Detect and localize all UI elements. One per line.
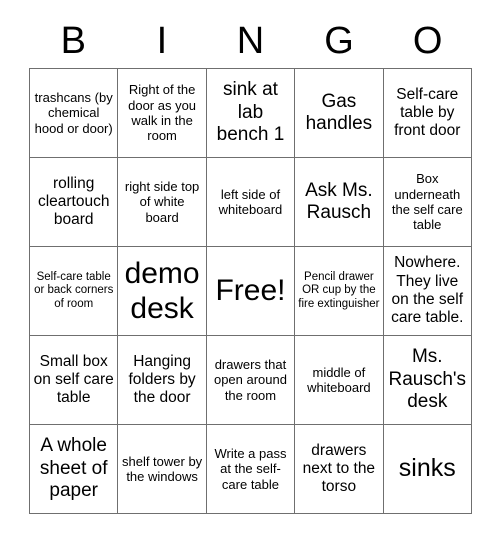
bingo-header: B I N G O xyxy=(29,14,472,68)
bingo-card: B I N G O trashcans (by chemical hood or… xyxy=(28,14,473,514)
bingo-cell[interactable]: Nowhere. They live on the self care tabl… xyxy=(382,246,473,336)
bingo-cell-label: drawers next to the torso xyxy=(302,441,376,496)
bingo-cell-label: sinks xyxy=(398,454,456,483)
bingo-cell-label: Pencil drawer OR cup by the fire extingu… xyxy=(298,270,380,310)
bingo-row: trashcans (by chemical hood or door) Rig… xyxy=(28,68,473,158)
bingo-cell[interactable]: Pencil drawer OR cup by the fire extingu… xyxy=(294,246,384,336)
bingo-cell-label: Write a pass at the self-care table xyxy=(214,446,287,492)
bingo-cell[interactable]: middle of whiteboard xyxy=(294,335,384,425)
bingo-row: Small box on self care table Hanging fol… xyxy=(28,335,473,425)
bingo-cell-label: right side top of white board xyxy=(124,179,200,225)
bingo-cell[interactable]: sink at lab bench 1 xyxy=(205,68,296,158)
bingo-cell-label: trashcans (by chemical hood or door) xyxy=(34,90,113,136)
bingo-cell-label: Gas handles xyxy=(305,90,373,134)
bingo-cell[interactable]: trashcans (by chemical hood or door) xyxy=(28,68,119,158)
bingo-cell-label: drawers that open around the room xyxy=(213,357,287,403)
bingo-cell[interactable]: shelf tower by the windows xyxy=(117,424,207,514)
bingo-cell[interactable]: Gas handles xyxy=(294,68,384,158)
bingo-cell-label: Right of the door as you walk in the roo… xyxy=(128,82,197,144)
bingo-cell-label: demo desk xyxy=(124,256,200,325)
bingo-cell[interactable]: Write a pass at the self-care table xyxy=(205,424,296,514)
bingo-cell[interactable]: Small box on self care table xyxy=(28,335,119,425)
bingo-cell[interactable]: sinks xyxy=(382,424,473,514)
bingo-cell-label: middle of whiteboard xyxy=(307,364,371,395)
bingo-cell-label: Free! xyxy=(215,274,286,308)
bingo-grid: trashcans (by chemical hood or door) Rig… xyxy=(28,68,473,514)
bingo-cell-label: Hanging folders by the door xyxy=(128,352,196,407)
bingo-cell-label: Ask Ms. Rausch xyxy=(305,179,373,223)
bingo-cell[interactable]: Ms. Rausch's desk xyxy=(382,335,473,425)
bingo-cell[interactable]: A whole sheet of paper xyxy=(28,424,119,514)
bingo-cell-label: sink at lab bench 1 xyxy=(216,79,285,146)
bingo-cell[interactable]: drawers that open around the room xyxy=(205,335,296,425)
bingo-header-letter-o: O xyxy=(412,20,443,62)
bingo-cell[interactable]: Right of the door as you walk in the roo… xyxy=(117,68,207,158)
bingo-cell-label: rolling cleartouch board xyxy=(37,174,110,229)
bingo-cell-label: Self-care table by front door xyxy=(394,85,461,140)
bingo-cell[interactable]: left side of whiteboard xyxy=(205,157,296,247)
bingo-cell[interactable]: demo desk xyxy=(117,246,207,336)
bingo-cell-label: shelf tower by the windows xyxy=(121,453,203,484)
bingo-cell[interactable]: Self-care table by front door xyxy=(382,68,473,158)
bingo-cell[interactable]: drawers next to the torso xyxy=(294,424,384,514)
bingo-cell[interactable]: right side top of white board xyxy=(117,157,207,247)
bingo-cell-label: left side of whiteboard xyxy=(218,186,283,217)
bingo-header-letter-i: I xyxy=(156,20,168,62)
bingo-cell-label: Ms. Rausch's desk xyxy=(388,346,467,413)
bingo-cell[interactable]: Hanging folders by the door xyxy=(117,335,207,425)
bingo-header-letter-b: B xyxy=(60,20,86,62)
bingo-header-letter-n: N xyxy=(236,20,265,62)
bingo-cell[interactable]: Box underneath the self care table xyxy=(382,157,473,247)
bingo-cell-label: Small box on self care table xyxy=(33,352,114,407)
bingo-cell-label: Nowhere. They live on the self care tabl… xyxy=(391,254,464,327)
bingo-cell-label: Box underneath the self care table xyxy=(391,171,463,233)
bingo-cell-label: A whole sheet of paper xyxy=(39,435,108,502)
bingo-row: A whole sheet of paper shelf tower by th… xyxy=(28,424,473,514)
bingo-cell-label: Self-care table or back corners of room xyxy=(34,270,114,310)
bingo-cell[interactable]: Ask Ms. Rausch xyxy=(294,157,384,247)
bingo-cell[interactable]: rolling cleartouch board xyxy=(28,157,119,247)
bingo-cell[interactable]: Self-care table or back corners of room xyxy=(28,246,119,336)
bingo-header-letter-g: G xyxy=(324,20,354,62)
bingo-cell-free[interactable]: Free! xyxy=(205,246,296,336)
bingo-row: Self-care table or back corners of room … xyxy=(28,246,473,336)
bingo-row: rolling cleartouch board right side top … xyxy=(28,157,473,247)
